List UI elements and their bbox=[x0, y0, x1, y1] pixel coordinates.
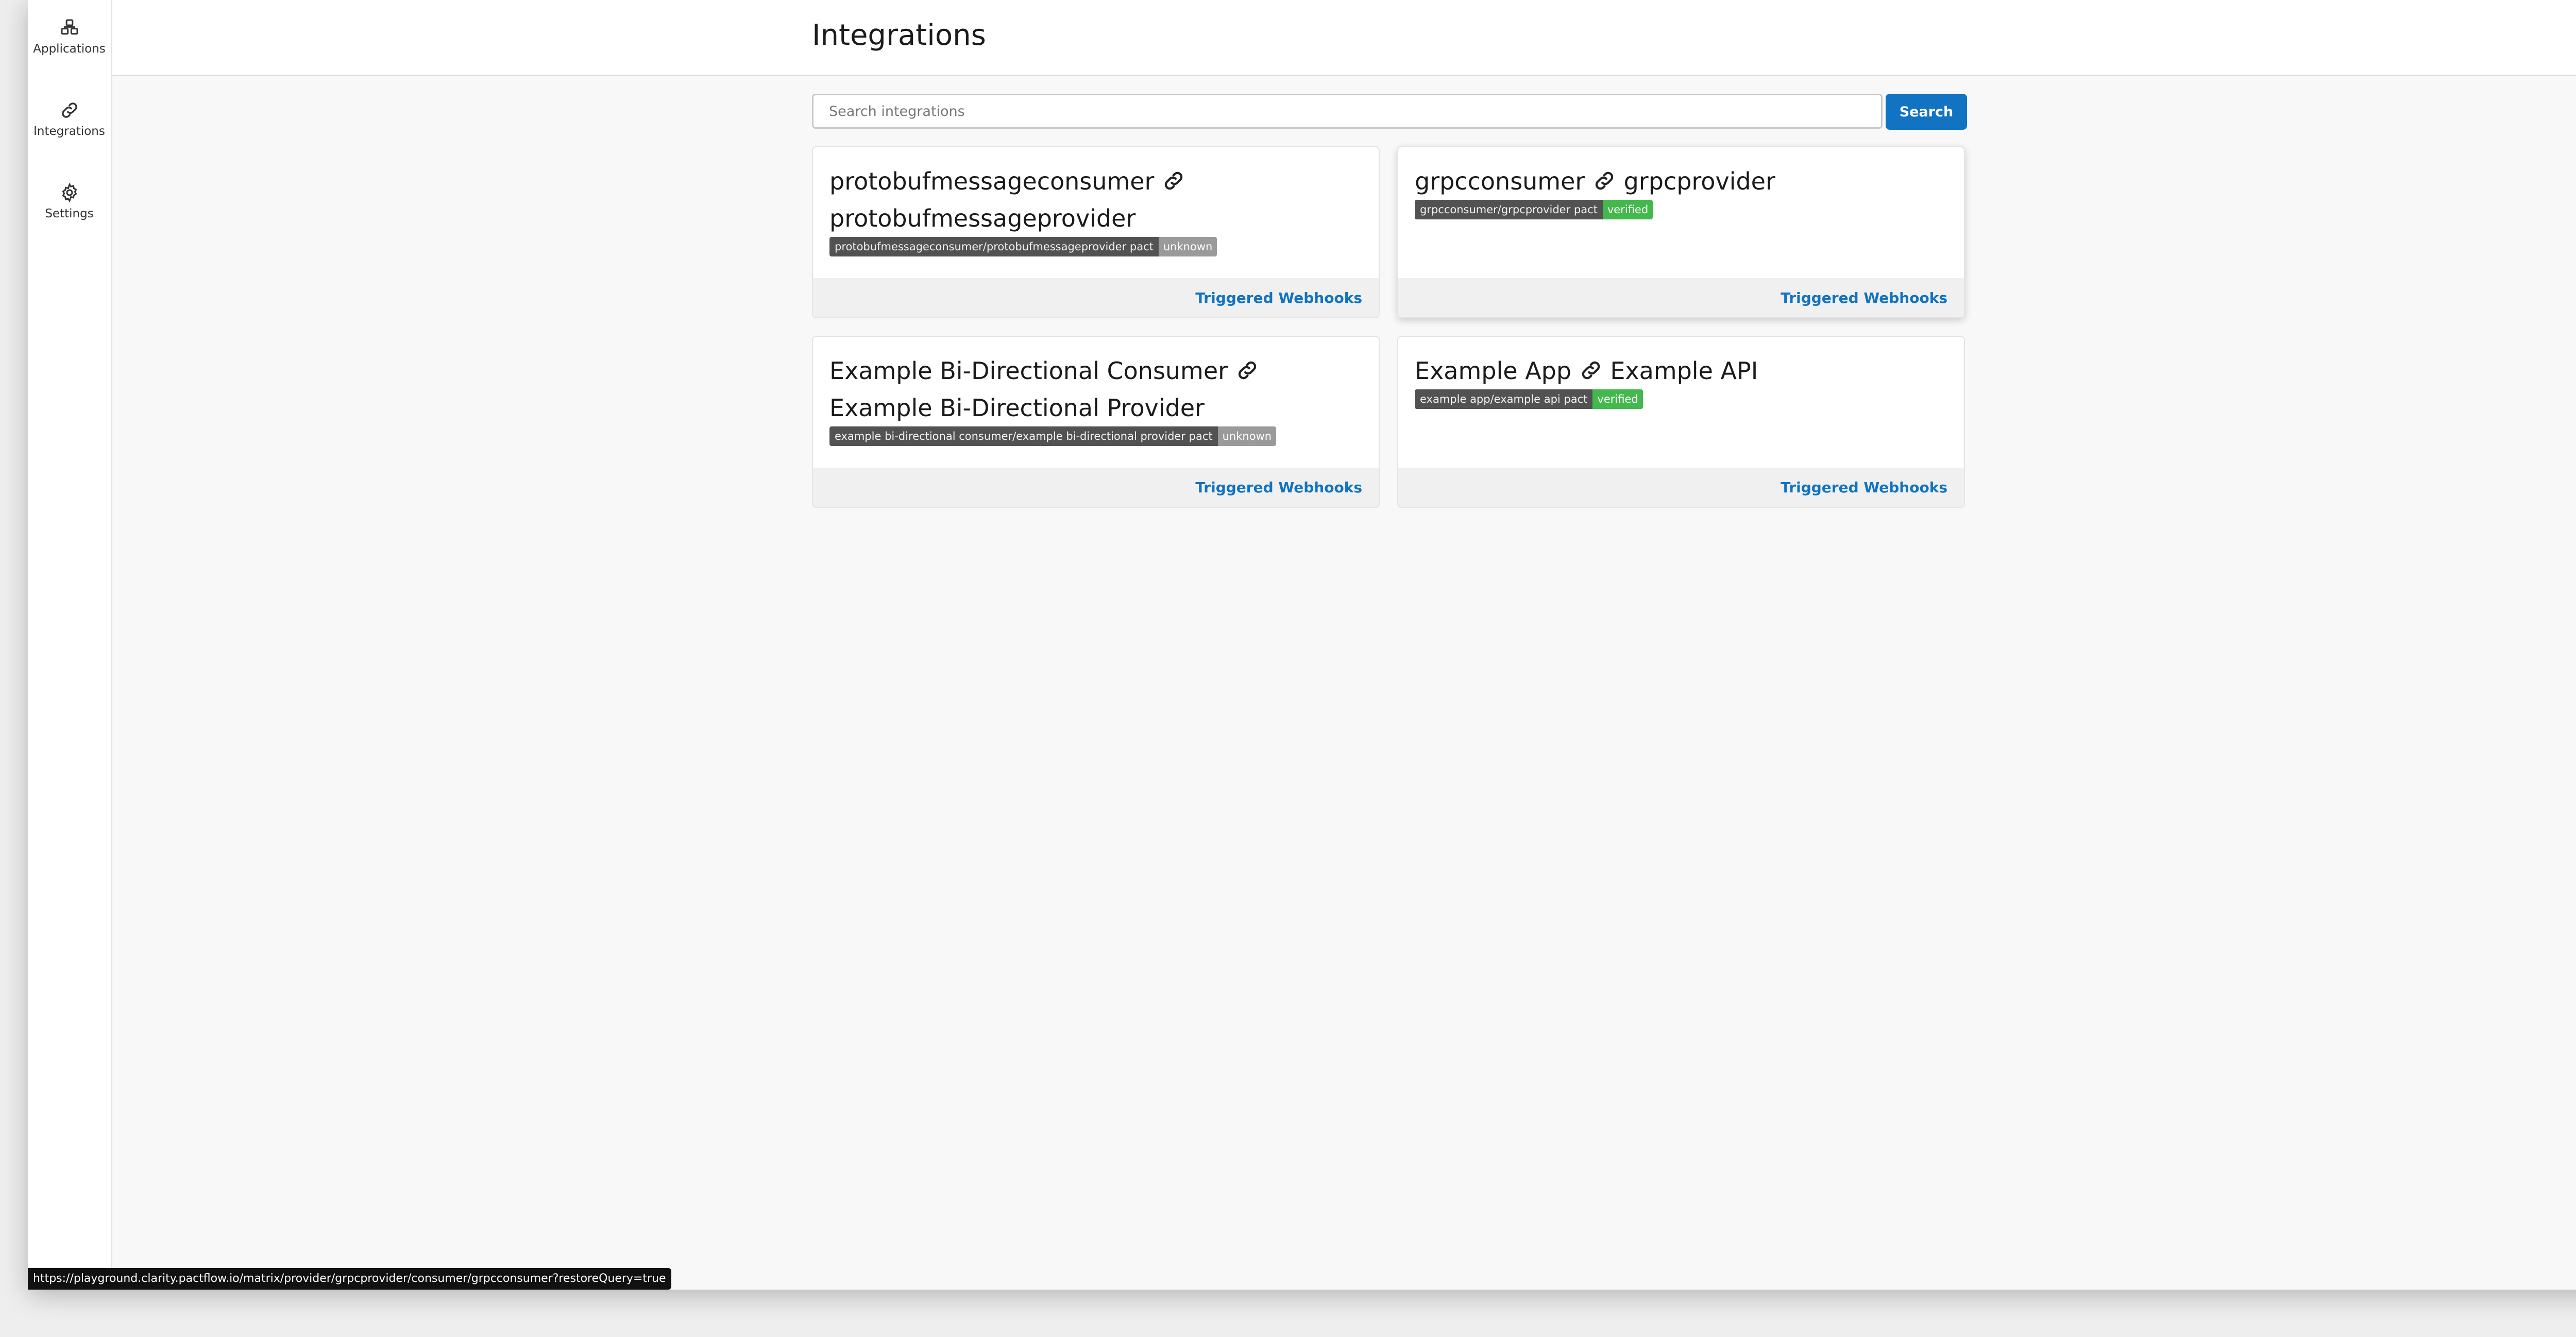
pact-label: example bi-directional consumer/example … bbox=[829, 426, 1218, 446]
provider-name: protobufmessageprovider bbox=[829, 204, 1136, 232]
consumer-name: grpcconsumer bbox=[1415, 167, 1585, 195]
link-icon bbox=[1582, 361, 1600, 380]
integration-card: protobufmessageconsumer protobufmessagep… bbox=[812, 146, 1380, 318]
card-footer: Triggered Webhooks bbox=[1398, 468, 1964, 507]
link-icon bbox=[1238, 361, 1256, 380]
status-bar-url: https://playground.clarity.pactflow.io/m… bbox=[28, 1268, 671, 1290]
sidebar-item-integrations[interactable]: Integrations bbox=[28, 82, 111, 144]
browser-window: Applications Integrations Settings Integ… bbox=[28, 0, 2576, 1290]
search-input[interactable] bbox=[812, 94, 1883, 129]
page-title: Integrations bbox=[812, 19, 986, 52]
gear-icon bbox=[62, 182, 77, 203]
integration-title[interactable]: protobufmessageconsumer protobufmessagep… bbox=[829, 163, 1363, 237]
provider-name: Example Bi-Directional Provider bbox=[829, 394, 1205, 422]
pact-badge[interactable]: example bi-directional consumer/example … bbox=[829, 426, 1277, 446]
status-badge: unknown bbox=[1158, 237, 1217, 256]
triggered-webhooks-link[interactable]: Triggered Webhooks bbox=[1781, 289, 1947, 306]
pact-badge[interactable]: example app/example api pact verified bbox=[1415, 389, 1643, 409]
triggered-webhooks-link[interactable]: Triggered Webhooks bbox=[1195, 479, 1362, 496]
status-badge: unknown bbox=[1217, 426, 1277, 446]
search-button[interactable]: Search bbox=[1886, 94, 1967, 130]
sidebar-item-label: Settings bbox=[45, 207, 94, 220]
integration-title[interactable]: Example App Example API bbox=[1415, 352, 1948, 389]
sidebar: Applications Integrations Settings bbox=[28, 0, 112, 1290]
link-icon bbox=[1164, 172, 1183, 190]
link-icon bbox=[1595, 172, 1614, 190]
integration-title[interactable]: grpcconsumer grpcprovider bbox=[1415, 163, 1948, 200]
sidebar-item-label: Integrations bbox=[33, 125, 105, 138]
page-header: Integrations bbox=[112, 0, 2576, 76]
integration-card: Example App Example API example app/exam… bbox=[1397, 336, 1965, 508]
triggered-webhooks-link[interactable]: Triggered Webhooks bbox=[1781, 479, 1947, 496]
sidebar-item-settings[interactable]: Settings bbox=[28, 165, 111, 227]
card-footer: Triggered Webhooks bbox=[1398, 278, 1964, 317]
pact-label: example app/example api pact bbox=[1415, 389, 1593, 409]
integration-card: Example Bi-Directional Consumer Example … bbox=[812, 336, 1380, 508]
triggered-webhooks-link[interactable]: Triggered Webhooks bbox=[1195, 289, 1362, 306]
sidebar-item-label: Applications bbox=[33, 42, 106, 56]
pact-label: protobufmessageconsumer/protobufmessagep… bbox=[829, 237, 1159, 256]
applications-icon bbox=[61, 19, 78, 35]
integration-title[interactable]: Example Bi-Directional Consumer Example … bbox=[829, 352, 1363, 426]
status-badge: verified bbox=[1592, 389, 1643, 409]
provider-name: Example API bbox=[1610, 357, 1758, 385]
card-footer: Triggered Webhooks bbox=[813, 468, 1379, 507]
consumer-name: Example Bi-Directional Consumer bbox=[829, 357, 1228, 385]
consumer-name: protobufmessageconsumer bbox=[829, 167, 1155, 195]
integration-card: grpcconsumer grpcprovider grpcconsumer/g… bbox=[1397, 146, 1965, 318]
status-badge: verified bbox=[1602, 200, 1653, 219]
pact-label: grpcconsumer/grpcprovider pact bbox=[1415, 200, 1603, 219]
link-icon bbox=[61, 102, 77, 118]
consumer-name: Example App bbox=[1415, 357, 1572, 385]
provider-name: grpcprovider bbox=[1623, 167, 1775, 195]
sidebar-item-applications[interactable]: Applications bbox=[28, 0, 111, 62]
pact-badge[interactable]: protobufmessageconsumer/protobufmessagep… bbox=[829, 237, 1217, 256]
card-footer: Triggered Webhooks bbox=[813, 278, 1379, 317]
pact-badge[interactable]: grpcconsumer/grpcprovider pact verified bbox=[1415, 200, 1653, 219]
